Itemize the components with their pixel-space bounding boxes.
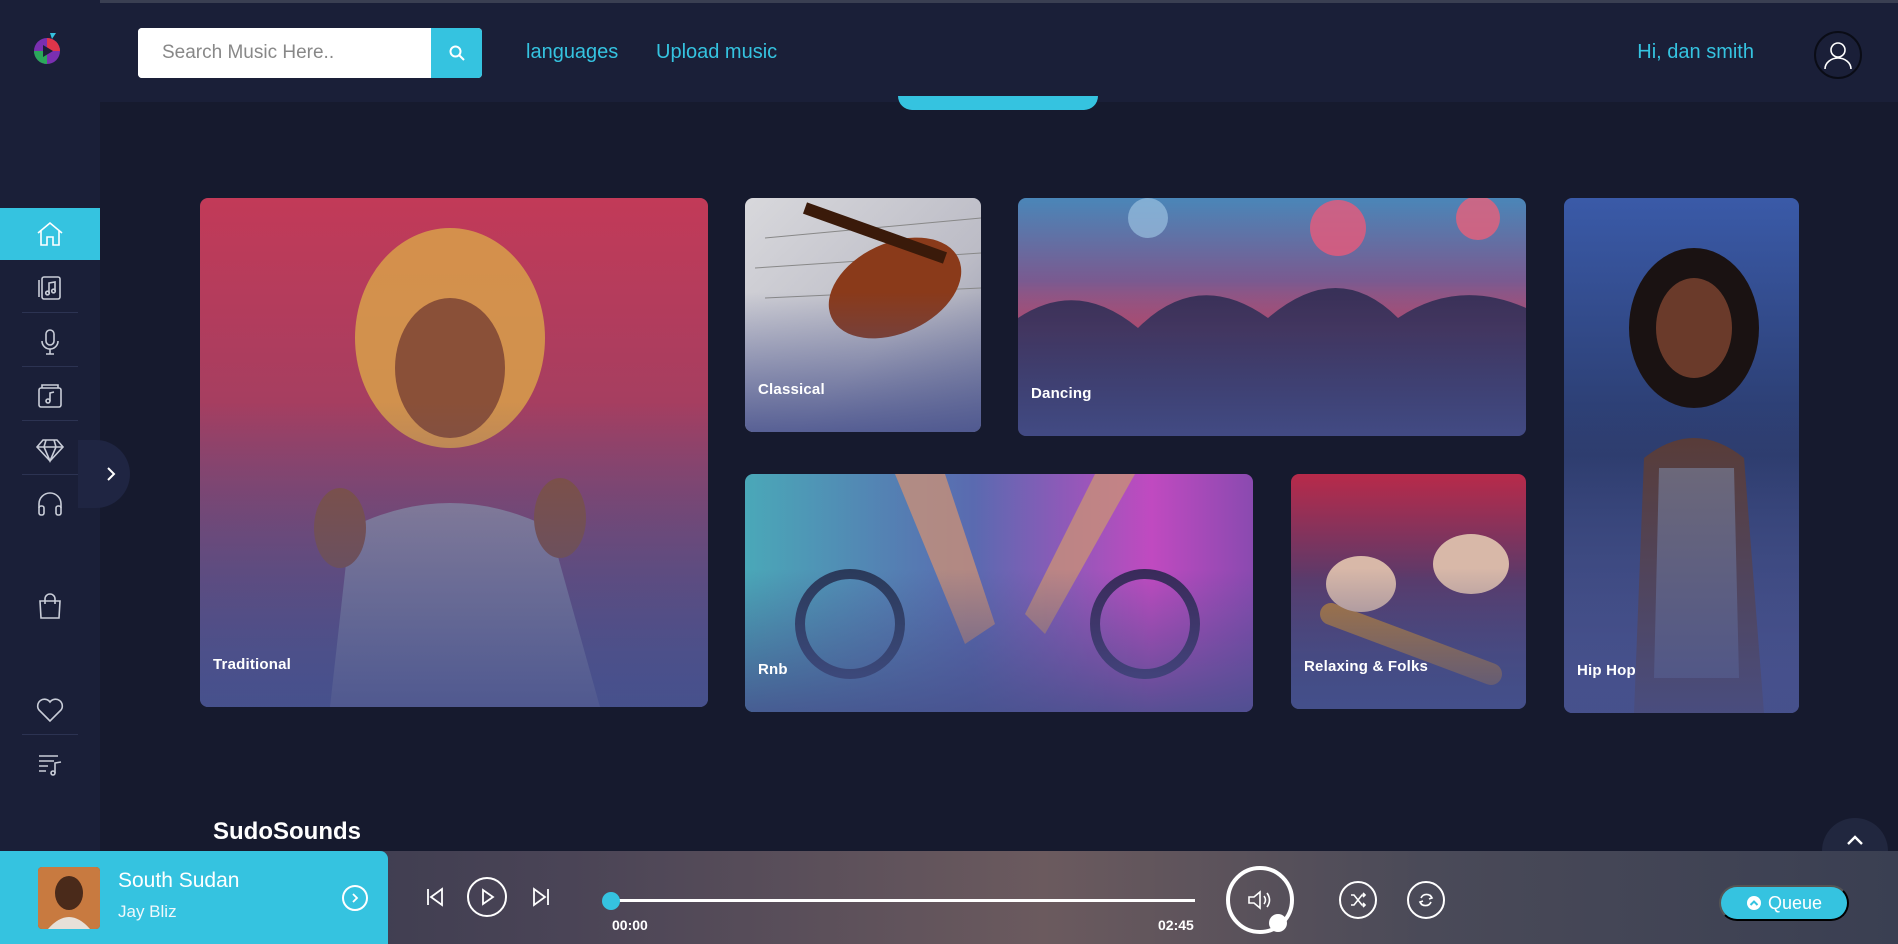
sidebar-item-library[interactable] bbox=[0, 370, 100, 422]
sidebar-item-home[interactable] bbox=[0, 208, 100, 260]
open-track-button[interactable] bbox=[342, 885, 368, 911]
genre-label: Traditional bbox=[213, 656, 292, 673]
nav-languages-link[interactable]: languages bbox=[526, 41, 618, 64]
sidebar-item-favorites[interactable] bbox=[0, 684, 100, 736]
total-time: 02:45 bbox=[1158, 917, 1194, 933]
playlist-icon bbox=[39, 755, 62, 776]
headphones-icon bbox=[38, 492, 62, 516]
sidebar-expand-button[interactable] bbox=[78, 440, 130, 508]
genre-card-classical[interactable]: Classical bbox=[745, 198, 981, 432]
music-folder-icon bbox=[38, 384, 62, 408]
shuffle-button[interactable] bbox=[1339, 881, 1377, 919]
nav-upload-link[interactable]: Upload music bbox=[656, 41, 777, 64]
search-icon bbox=[449, 45, 465, 61]
top-header: languages Upload music Hi, dan smith bbox=[100, 0, 1898, 102]
skip-forward-icon bbox=[533, 887, 549, 907]
play-icon bbox=[482, 888, 495, 906]
genre-card-dancing[interactable]: Dancing bbox=[1018, 198, 1526, 436]
shuffle-icon bbox=[1351, 892, 1367, 908]
sidebar bbox=[0, 0, 130, 944]
home-icon bbox=[37, 221, 63, 246]
genre-card-traditional[interactable]: Traditional bbox=[200, 198, 708, 707]
repeat-button[interactable] bbox=[1407, 881, 1445, 919]
sidebar-item-store[interactable] bbox=[0, 580, 100, 632]
queue-label: Queue bbox=[1767, 892, 1823, 913]
genre-label: Classical bbox=[758, 381, 825, 398]
current-time: 00:00 bbox=[612, 917, 648, 933]
search-input[interactable] bbox=[138, 28, 431, 78]
chevron-right-icon bbox=[352, 893, 359, 903]
music-app: languages Upload music Hi, dan smith Tra… bbox=[0, 0, 1898, 944]
genre-label: Hip Hop bbox=[1577, 662, 1636, 679]
diamond-icon bbox=[35, 439, 65, 464]
next-button[interactable] bbox=[528, 884, 554, 910]
progress-handle[interactable] bbox=[602, 892, 620, 910]
heart-icon bbox=[36, 698, 64, 723]
search-button[interactable] bbox=[431, 28, 482, 78]
track-artist: Jay Bliz bbox=[118, 902, 177, 921]
chevron-up-icon bbox=[1847, 835, 1863, 845]
sidebar-item-playlists[interactable] bbox=[0, 738, 100, 790]
skip-back-icon bbox=[427, 887, 443, 907]
section-title: SudoSounds bbox=[213, 818, 361, 845]
chevron-up-circle-icon bbox=[1746, 896, 1761, 910]
music-albums-icon bbox=[38, 276, 61, 300]
microphone-icon bbox=[41, 329, 59, 355]
play-button[interactable] bbox=[467, 877, 507, 917]
genre-card-hip-hop[interactable]: Hip Hop bbox=[1564, 198, 1799, 713]
genre-label: Relaxing & Folks bbox=[1304, 658, 1429, 675]
queue-button[interactable]: Queue bbox=[1719, 885, 1849, 921]
user-greeting[interactable]: Hi, dan smith bbox=[1637, 41, 1754, 64]
shopping-bag-icon bbox=[39, 593, 61, 619]
sidebar-item-artists[interactable] bbox=[0, 316, 100, 368]
search-bar bbox=[138, 28, 482, 78]
track-thumbnail[interactable] bbox=[38, 867, 100, 929]
hero-button-edge[interactable] bbox=[898, 96, 1098, 110]
genre-card-relaxing-folks[interactable]: Relaxing & Folks bbox=[1291, 474, 1526, 709]
genre-label: Rnb bbox=[758, 661, 788, 678]
volume-icon bbox=[1248, 890, 1271, 910]
repeat-icon bbox=[1418, 893, 1434, 907]
volume-handle[interactable] bbox=[1269, 914, 1287, 932]
now-playing-panel: South Sudan Jay Bliz bbox=[0, 851, 388, 944]
genre-card-rnb[interactable]: Rnb bbox=[745, 474, 1253, 712]
track-title: South Sudan bbox=[118, 869, 240, 892]
app-logo[interactable] bbox=[30, 31, 66, 67]
previous-button[interactable] bbox=[422, 884, 448, 910]
user-icon bbox=[1824, 42, 1852, 70]
chevron-right-icon bbox=[107, 467, 116, 481]
music-player-bar: South Sudan Jay Bliz 00:00 02:45 Queue bbox=[0, 851, 1898, 944]
sidebar-item-albums[interactable] bbox=[0, 262, 100, 314]
user-avatar[interactable] bbox=[1814, 31, 1862, 79]
genre-label: Dancing bbox=[1031, 385, 1092, 402]
progress-track[interactable] bbox=[612, 899, 1195, 902]
